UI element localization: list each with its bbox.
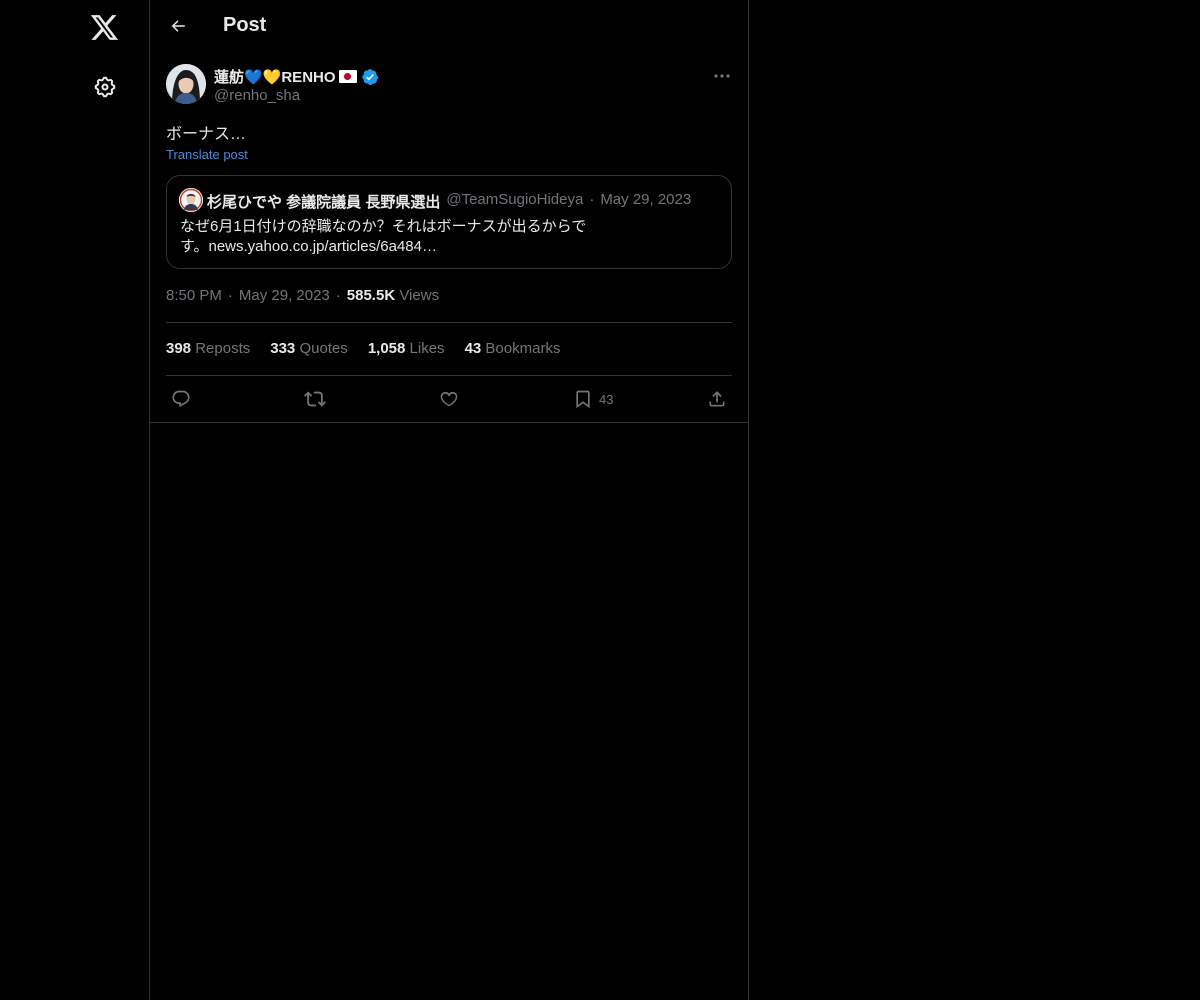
likes-stat[interactable]: 1,058 Likes [368, 340, 445, 357]
reposts-count: 398 [166, 340, 192, 357]
reply-icon [172, 390, 190, 408]
translate-post-link[interactable]: Translate post [166, 147, 248, 162]
bookmarks-stat[interactable]: 43 Bookmarks [465, 340, 561, 357]
author-name[interactable]: 蓮舫💙💛RENHO [214, 66, 379, 87]
reposts-stat[interactable]: 398 Reposts [166, 340, 250, 357]
x-logo-icon[interactable] [85, 8, 125, 48]
heart-icon [440, 391, 458, 407]
bookmark-icon [576, 390, 590, 409]
post-stats: 398 Reposts 333 Quotes 1,058 Likes 43 Bo… [166, 340, 560, 357]
quotes-label: Quotes [299, 340, 348, 357]
like-button[interactable] [439, 387, 459, 411]
avatar[interactable] [166, 64, 206, 104]
post-text: ボーナス… [166, 126, 247, 143]
divider [150, 422, 748, 423]
likes-count: 1,058 [367, 340, 406, 357]
quoted-author-name: 杉尾ひでや 参議院議員 長野県選出 [207, 194, 441, 211]
quoted-author-handle: @TeamSugioHideya [446, 191, 584, 208]
separator-dot: · [227, 287, 233, 304]
quoted-avatar [179, 188, 203, 212]
share-button[interactable] [707, 387, 727, 411]
views-count: 585.5K [346, 287, 396, 304]
top-bar: Post [150, 0, 748, 53]
page-title: Post [223, 14, 267, 36]
post-date[interactable]: May 29, 2023 [239, 287, 330, 304]
bookmark-count: 43 [599, 391, 614, 407]
more-options-icon[interactable] [710, 68, 734, 84]
repost-icon [304, 391, 326, 407]
bookmark-button[interactable]: 43 [573, 387, 613, 411]
likes-label: Likes [409, 340, 445, 357]
left-nav [0, 0, 150, 1000]
divider [166, 375, 732, 376]
verified-badge-icon[interactable] [361, 68, 379, 86]
bookmarks-count: 43 [464, 340, 482, 357]
quoted-post[interactable]: 杉尾ひでや 参議院議員 長野県選出 @TeamSugioHideya · May… [166, 175, 732, 269]
quoted-date: May 29, 2023 [600, 191, 692, 208]
settings-gear-icon[interactable] [85, 67, 125, 107]
main-column: Post 蓮舫💙💛RENHO @renho_sha ボーナス… Translat… [149, 0, 749, 1000]
quoted-text: なぜ6月1日付けの辞職なのか？それはボーナスが出るからです。news.yahoo… [180, 218, 587, 255]
reposts-label: Reposts [195, 340, 251, 357]
views-label: Views [399, 287, 440, 304]
japan-flag-icon [338, 70, 357, 83]
quoted-header: 杉尾ひでや 参議院議員 長野県選出 @TeamSugioHideya · May… [207, 191, 691, 212]
divider [166, 322, 732, 323]
quotes-stat[interactable]: 333 Quotes [270, 340, 348, 357]
author-name-text: 蓮舫💙💛RENHO [214, 69, 336, 86]
action-bar: 43 [166, 387, 732, 411]
back-arrow-icon[interactable] [162, 10, 194, 42]
reply-button[interactable] [171, 387, 191, 411]
share-icon [709, 391, 725, 407]
separator-dot: · [589, 191, 595, 208]
separator-dot: · [335, 287, 341, 304]
post-meta: 8:50 PM · May 29, 2023 · 585.5K Views [166, 287, 439, 304]
author-handle[interactable]: @renho_sha [214, 87, 300, 104]
views: 585.5K Views [347, 287, 439, 304]
post-time[interactable]: 8:50 PM [166, 287, 222, 304]
quotes-count: 333 [270, 340, 296, 357]
repost-button[interactable] [304, 387, 326, 411]
bookmarks-label: Bookmarks [485, 340, 561, 357]
